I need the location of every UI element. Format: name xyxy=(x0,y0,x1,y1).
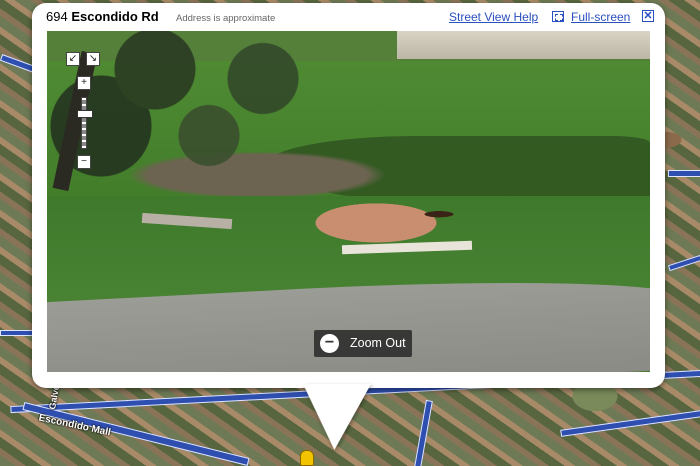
map-road xyxy=(0,54,37,73)
address-number: 694 xyxy=(46,9,68,24)
street-view-help-link[interactable]: Street View Help xyxy=(449,10,538,24)
map-road xyxy=(0,330,36,336)
pegman-marker-icon[interactable] xyxy=(300,450,314,466)
fullscreen-link[interactable]: Full-screen xyxy=(571,10,630,24)
rotate-left-button[interactable]: ↙ xyxy=(66,52,80,66)
address-approx-note: Address is approximate xyxy=(176,13,276,24)
map-road xyxy=(667,254,700,272)
building xyxy=(397,31,650,59)
zoom-slider-thumb[interactable] xyxy=(77,110,93,118)
zoom-in-button[interactable]: + xyxy=(77,76,91,90)
minus-icon: − xyxy=(320,334,339,353)
zoom-out-small-button[interactable]: − xyxy=(77,155,91,169)
map-road xyxy=(560,410,700,437)
address-title: 694 Escondido Rd xyxy=(46,9,159,24)
rotate-right-button[interactable]: ↘ xyxy=(86,52,100,66)
sunbathers xyxy=(277,191,457,249)
zoom-slider-track[interactable] xyxy=(81,97,87,149)
map-road xyxy=(668,170,700,177)
map-road xyxy=(22,402,250,466)
fullscreen-icon[interactable] xyxy=(552,11,564,22)
close-icon[interactable]: ✕ xyxy=(642,10,654,22)
street-view-panorama[interactable] xyxy=(47,31,650,372)
zoom-out-button[interactable]: − Zoom Out xyxy=(314,330,412,357)
address-street: Escondido Rd xyxy=(71,9,159,24)
zoom-out-label: Zoom Out xyxy=(350,336,406,350)
bubble-header: 694 Escondido Rd Address is approximate … xyxy=(46,9,658,27)
map-road xyxy=(414,399,433,466)
